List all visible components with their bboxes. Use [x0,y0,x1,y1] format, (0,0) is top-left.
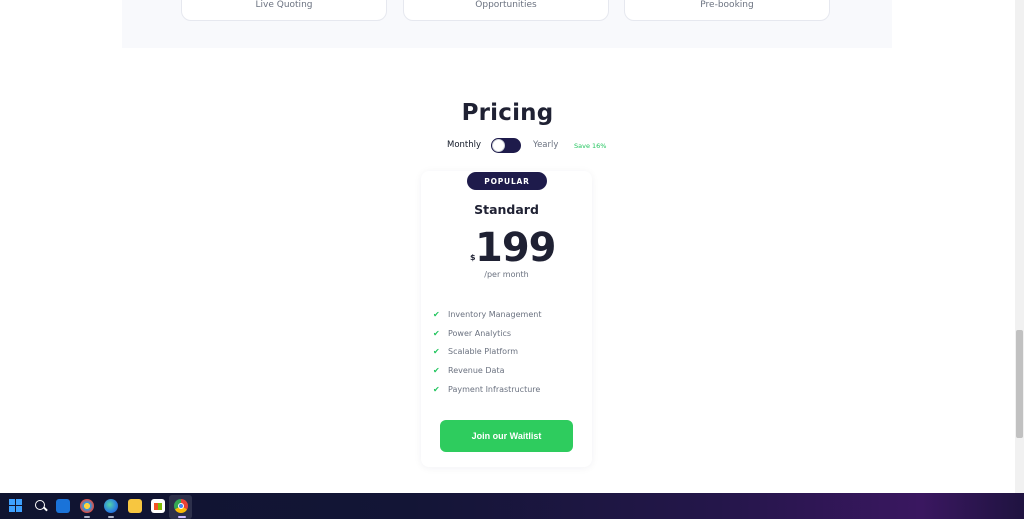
scrollbar-thumb[interactable] [1016,330,1023,438]
active-indicator [178,516,186,518]
check-icon: ✔ [433,347,440,357]
price-amount: 199 [475,225,556,271]
chrome-icon[interactable] [174,499,188,513]
list-item: ✔ Revenue Data [433,361,541,380]
check-icon: ✔ [433,384,440,394]
running-indicator [84,516,90,518]
feature-label: Power Analytics [448,328,512,338]
check-icon: ✔ [433,309,440,319]
store-icon[interactable] [151,499,165,513]
toggle-knob [492,139,505,152]
feature-label: Payment Infrastructure [448,384,541,394]
yearly-label[interactable]: Yearly [533,140,558,150]
save-badge: Save 16% [574,142,607,150]
feature-label: Inventory Management [448,309,542,319]
pricing-title: Pricing [461,100,554,126]
list-item: ✔ Inventory Management [433,305,541,324]
list-item: ✔ Payment Infrastructure [433,380,541,399]
feature-card-opportunities[interactable]: Opportunities [403,0,609,21]
plan-name: Standard [474,202,539,217]
feature-card-live-quoting[interactable]: Live Quoting [181,0,387,21]
mail-icon[interactable] [56,499,70,513]
running-indicator [108,516,114,518]
edge-icon[interactable] [104,499,118,513]
billing-toggle-row: Monthly Yearly Save 16% [0,138,1015,156]
plan-feature-list: ✔ Inventory Management ✔ Power Analytics ✔… [433,305,541,398]
feature-label: Scalable Platform [448,347,519,357]
feature-label: Revenue Data [448,365,505,375]
popular-badge: POPULAR [467,172,547,190]
search-icon[interactable] [34,499,48,513]
page: Live Quoting Opportunities Pre-booking P… [0,0,1015,493]
features-strip: Live Quoting Opportunities Pre-booking [122,0,892,48]
windows-start-icon[interactable] [9,499,23,513]
file-explorer-icon[interactable] [128,499,142,513]
page-scrollbar[interactable] [1015,0,1024,493]
list-item: ✔ Power Analytics [433,324,541,343]
price-period: /per month [484,270,529,279]
feature-card-label: Opportunities [475,0,537,10]
billing-toggle-switch[interactable] [491,138,521,153]
check-icon: ✔ [433,328,440,338]
check-icon: ✔ [433,365,440,375]
photos-icon[interactable] [80,499,94,513]
feature-card-pre-booking[interactable]: Pre-booking [624,0,830,21]
join-waitlist-button[interactable]: Join our Waitlist [440,420,573,452]
feature-card-label: Pre-booking [700,0,754,10]
list-item: ✔ Scalable Platform [433,342,541,361]
monthly-label[interactable]: Monthly [447,140,481,150]
feature-card-label: Live Quoting [255,0,313,10]
